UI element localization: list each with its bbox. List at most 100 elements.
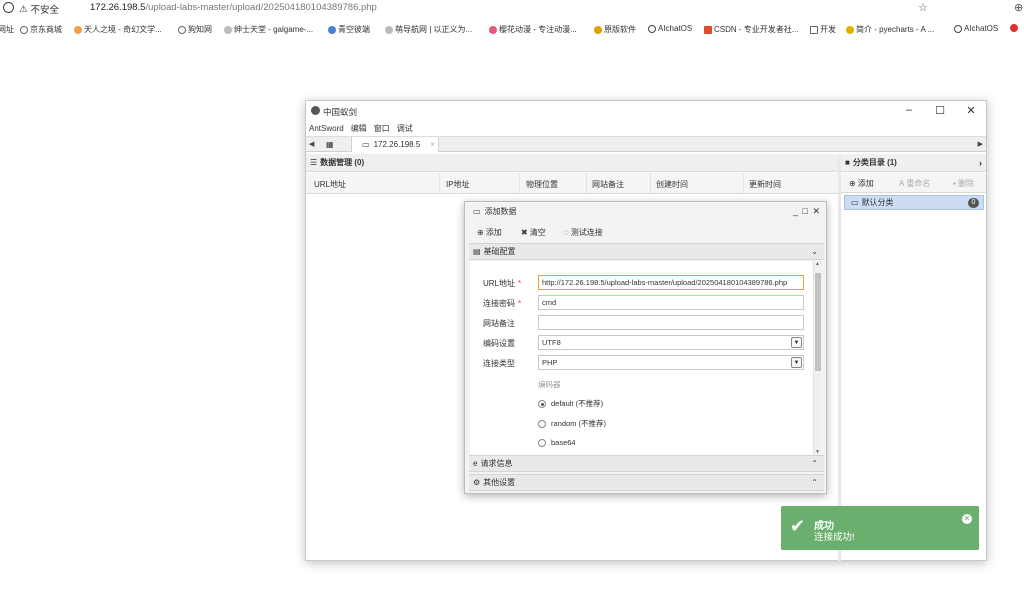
bookmark-item[interactable]: 京东商城	[20, 24, 62, 35]
column-divider	[439, 173, 440, 194]
security-indicator[interactable]: ⚠ 不安全	[19, 2, 59, 17]
type-label: 连接类型	[483, 359, 515, 368]
tab-label: 172.26.198.5	[373, 140, 421, 149]
bookmark-item[interactable]: 狗知网	[178, 24, 212, 35]
maximize-button[interactable]: ☐	[933, 104, 947, 117]
dialog-add-button[interactable]: ⊕ 添加	[477, 227, 502, 238]
menu-debug[interactable]: 调试	[397, 123, 413, 134]
bookmark-item[interactable]: AIchatOS	[648, 24, 692, 33]
chevron-down-icon: ⌄	[811, 247, 818, 256]
type-select[interactable]: PHP ▼	[538, 355, 804, 370]
bookmark-item[interactable]: 樱花动漫 - 专注动漫...	[489, 24, 577, 35]
data-grid-header: URL地址 IP地址 物理位置 网站备注 创建时间 更新时间	[306, 173, 838, 194]
column-location[interactable]: 物理位置	[526, 179, 558, 190]
encoding-label: 编码设置	[483, 339, 515, 348]
bookmark-item[interactable]: 网址	[0, 24, 14, 35]
minimize-button[interactable]: –	[902, 104, 916, 116]
category-delete-button[interactable]: ▪ 删除	[953, 178, 974, 189]
bookmark-label: 网址	[0, 25, 14, 34]
section-label: 其他设置	[483, 478, 516, 487]
category-item-default[interactable]: ▭ 默认分类 0	[844, 195, 984, 210]
select-value: PHP	[542, 358, 558, 367]
collapse-chevron-icon[interactable]: ›	[979, 158, 982, 168]
spinner-icon: ◌	[564, 228, 569, 237]
scroll-up-icon[interactable]: ▲	[815, 261, 820, 267]
form-scrollbar[interactable]: ▲ ▼	[813, 261, 821, 455]
encoder-option-random[interactable]: random (不推荐)	[538, 418, 606, 429]
password-input[interactable]: cmd	[538, 295, 804, 310]
section-other-settings[interactable]: ⚙ 其他设置 ⌃	[469, 474, 824, 491]
column-url[interactable]: URL地址	[314, 179, 346, 190]
radio-label: default (不推荐)	[551, 399, 604, 408]
bookmark-item[interactable]: CSDN - 专业开发者社...	[704, 24, 798, 35]
bookmark-label: 开发	[820, 25, 836, 34]
note-input[interactable]	[538, 315, 804, 330]
radio-icon	[538, 419, 546, 428]
category-add-button[interactable]: ⊕ 添加	[849, 178, 874, 189]
dialog-controls[interactable]: _ □ ✕	[793, 206, 821, 217]
column-created[interactable]: 创建时间	[656, 179, 688, 190]
list-icon: ☰	[310, 158, 318, 167]
dialog-test-connection-button[interactable]: ◌ 测试连接	[564, 227, 603, 238]
bookmark-item[interactable]: 萌导航网 | 以正义为...	[385, 24, 472, 35]
column-ip[interactable]: IP地址	[446, 179, 470, 190]
reload-icon[interactable]	[3, 2, 14, 13]
home-grid-icon[interactable]: ▦	[326, 140, 334, 149]
panel-splitter[interactable]	[838, 154, 841, 561]
folder-icon: ▭	[851, 198, 859, 207]
close-button[interactable]: ✕	[964, 104, 978, 117]
encoder-option-base64[interactable]: base64	[538, 438, 576, 447]
dialog-titlebar[interactable]: ▭ 添加数据 _ □ ✕	[465, 202, 826, 221]
dialog-clear-button[interactable]: ✖ 清空	[521, 227, 546, 238]
button-label: 添加	[485, 228, 502, 237]
bookmark-label: 原版软件	[604, 25, 636, 34]
globe-icon	[178, 25, 186, 34]
column-note[interactable]: 网站备注	[592, 179, 624, 190]
bookmark-item[interactable]: AIchatOS	[954, 24, 998, 33]
window-icon: ▭	[473, 207, 481, 216]
site-icon	[74, 25, 82, 34]
column-updated[interactable]: 更新时间	[749, 179, 781, 190]
bookmark-item[interactable]: 绅士天堂 - galgame-...	[224, 24, 313, 35]
bookmark-item[interactable]: 天人之境 - 奇幻文学...	[74, 24, 162, 35]
url-input[interactable]: http://172.26.198.5/upload-labs-master/u…	[538, 275, 804, 290]
encoder-option-default[interactable]: default (不推荐)	[538, 398, 603, 409]
button-label: 测试连接	[570, 228, 603, 237]
bookmark-overflow[interactable]	[1010, 24, 1018, 32]
tab-close-icon[interactable]: ×	[430, 140, 435, 149]
folder-icon: ▭	[362, 140, 370, 149]
bookmark-star-icon[interactable]: ☆	[918, 1, 928, 14]
section-basic-config[interactable]: ▤ 基础配置 ⌄	[469, 243, 824, 260]
encoding-select[interactable]: UTF8 ▼	[538, 335, 804, 350]
menu-bar: AntSword 编辑 窗口 调试	[306, 121, 986, 135]
tab-scroll-left-icon[interactable]: ◀	[309, 140, 314, 148]
check-icon: ✔	[790, 516, 806, 536]
toast-message: 连接成功!	[814, 532, 855, 543]
menu-antsword[interactable]: AntSword	[309, 124, 344, 133]
section-label: 请求信息	[480, 459, 513, 468]
scroll-thumb[interactable]	[815, 273, 821, 371]
url-field[interactable]: 172.26.198.5/upload-labs-master/upload/2…	[90, 2, 377, 13]
url-label: URL地址 *	[483, 279, 522, 288]
button-label: 清空	[529, 228, 546, 237]
tab-shell[interactable]: ▭ 172.26.198.5 ×	[351, 137, 439, 152]
bookmark-item[interactable]: 青空彼端	[328, 24, 370, 35]
window-titlebar[interactable]: 中国蚁剑 – ☐ ✕	[306, 101, 986, 121]
bookmark-item[interactable]: 简介 - pyecharts - A ...	[846, 24, 934, 35]
bookmark-item[interactable]: 原版软件	[594, 24, 636, 35]
bookmarks-bar: 网址 京东商城 天人之境 - 奇幻文学... 狗知网 绅士天堂 - galgam…	[0, 21, 1024, 38]
folder-icon	[810, 25, 818, 34]
note-label: 网站备注	[483, 319, 515, 328]
tab-scroll-right-icon[interactable]: ▶	[978, 140, 983, 148]
basic-config-form: URL地址 * http://172.26.198.5/upload-labs-m…	[470, 261, 813, 455]
section-request-info[interactable]: e 请求信息 ⌃	[469, 455, 824, 472]
account-icon[interactable]: ⊕	[1014, 1, 1023, 14]
bookmark-item[interactable]: 开发	[810, 24, 836, 35]
toast-close-icon[interactable]: ✕	[962, 514, 972, 524]
menu-edit[interactable]: 编辑	[351, 123, 367, 134]
font-icon: A	[899, 179, 905, 188]
button-label: 删除	[957, 179, 974, 188]
category-rename-button[interactable]: A 重命名	[899, 178, 930, 189]
button-label: 重命名	[906, 179, 931, 188]
menu-window[interactable]: 窗口	[374, 123, 390, 134]
